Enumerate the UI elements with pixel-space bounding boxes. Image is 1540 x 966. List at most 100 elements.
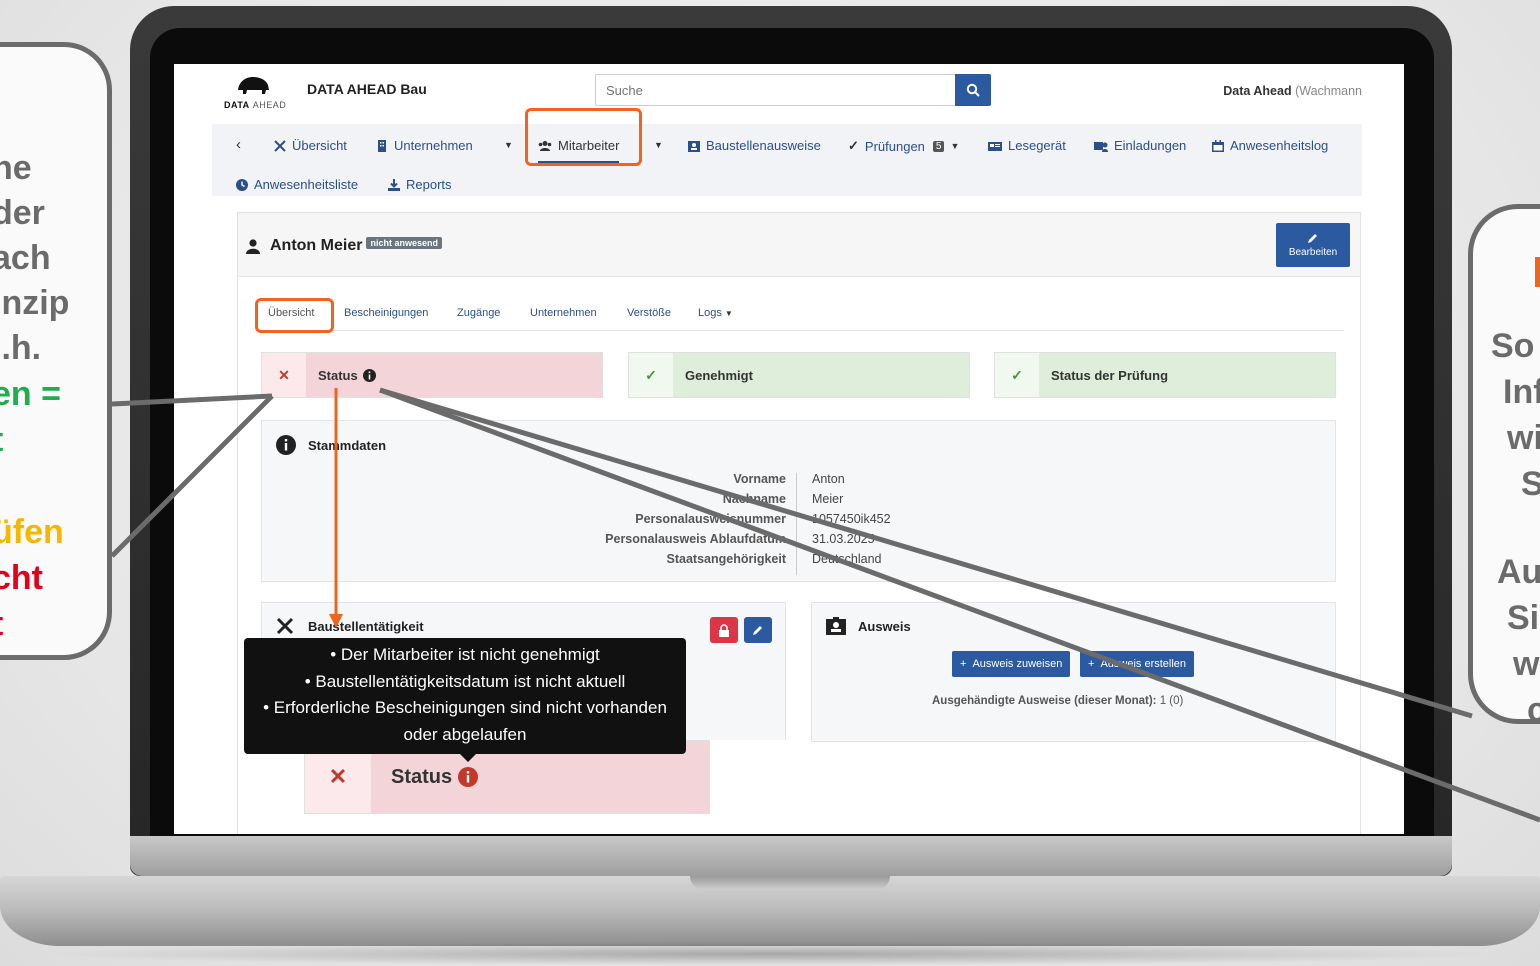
create-badge-label: Ausweis erstellen bbox=[1100, 658, 1187, 670]
employee-title: Anton Meier nicht anwesend bbox=[246, 237, 442, 255]
main-navigation: ‹ Übersicht Unternehmen ▼ Mitarbeiter ▼ … bbox=[212, 124, 1362, 196]
value-last-name: Meier bbox=[812, 492, 844, 506]
left-callout-line: der bbox=[0, 194, 45, 232]
tab-certificates[interactable]: Bescheinigungen bbox=[344, 307, 428, 319]
handed-out-label: Ausgehändigte Ausweise (dieser Monat): bbox=[932, 695, 1157, 707]
company-name: DATA AHEAD Bau bbox=[307, 81, 427, 97]
tooltip-line: oder abgelaufen bbox=[403, 724, 527, 744]
tools-icon bbox=[276, 617, 294, 635]
id-badge-icon bbox=[688, 140, 700, 152]
nav-back-button[interactable]: ‹ bbox=[236, 136, 241, 153]
panel-title-text: Ausweis bbox=[858, 618, 911, 634]
tooltip-line: • Baustellentätigkeitsdatum ist nicht ak… bbox=[304, 671, 626, 691]
nav-item-checks[interactable]: ✓ Prüfungen 5 ▼ bbox=[848, 138, 959, 154]
tab-logs[interactable]: Logs ▼ bbox=[698, 307, 733, 319]
status-card-approved: ✓ Genehmigt bbox=[628, 352, 970, 398]
handed-out-value: 1 (0) bbox=[1159, 695, 1184, 707]
lock-button[interactable] bbox=[710, 617, 738, 643]
chevron-down-icon[interactable]: ▼ bbox=[654, 140, 663, 150]
right-callout-line: c bbox=[1527, 691, 1540, 729]
right-callout-line: Inf bbox=[1503, 373, 1540, 411]
right-callout-line: So bbox=[1491, 327, 1535, 365]
nav-item-label: Lesegerät bbox=[1008, 138, 1066, 153]
nav-item-invitations[interactable]: Einladungen bbox=[1094, 138, 1186, 153]
laptop-shadow bbox=[40, 942, 1500, 966]
pencil-icon bbox=[1308, 234, 1317, 243]
right-callout-line: wi bbox=[1507, 419, 1540, 457]
nav-item-site-badges[interactable]: Baustellenausweise bbox=[688, 138, 821, 153]
label-id-number: Personalausweisnummer bbox=[635, 512, 786, 526]
nav-item-label: Anwesenheitsliste bbox=[254, 177, 359, 192]
edit-button[interactable]: Bearbeiten bbox=[1276, 223, 1350, 267]
info-icon[interactable] bbox=[458, 767, 479, 787]
chevron-down-icon[interactable]: ▼ bbox=[504, 140, 513, 150]
info-circle-icon bbox=[276, 435, 296, 455]
user-menu[interactable]: Data Ahead (Wachmann bbox=[1223, 84, 1362, 98]
tab-violations[interactable]: Verstöße bbox=[627, 307, 671, 319]
nav-item-reports[interactable]: Reports bbox=[388, 177, 452, 192]
value-id-expiry: 31.03.2025 bbox=[812, 532, 875, 546]
search-input[interactable] bbox=[596, 75, 946, 105]
chevron-down-icon: ▼ bbox=[724, 309, 733, 318]
nav-item-label: Unternehmen bbox=[394, 138, 473, 153]
create-badge-button[interactable]: + Ausweis erstellen bbox=[1080, 651, 1195, 677]
label-id-expiry: Personalausweis Ablaufdatum bbox=[605, 532, 786, 546]
assign-badge-label: Ausweis zuweisen bbox=[972, 658, 1063, 670]
employee-header: Anton Meier nicht anwesend Bearbeiten bbox=[238, 213, 1360, 277]
nav-item-employees[interactable]: Mitarbeiter bbox=[538, 138, 620, 163]
badge-panel: Ausweis + Ausweis zuweisen + Ausweis erste… bbox=[811, 602, 1336, 742]
value-nationality: Deutschland bbox=[812, 552, 882, 566]
app-screen: DATA AHEAD DATA AHEAD Bau Data Ahead (Wa… bbox=[174, 64, 1404, 834]
plus-icon: + bbox=[1088, 658, 1095, 670]
label-last-name: Nachname bbox=[722, 492, 786, 506]
left-callout-bubble: ne der ach inzip l.h. en = t üfen cht t bbox=[0, 42, 112, 660]
id-badge-icon bbox=[826, 617, 846, 635]
building-icon bbox=[378, 139, 386, 152]
left-callout-line: t bbox=[0, 605, 3, 644]
tab-access[interactable]: Zugänge bbox=[457, 307, 500, 319]
master-data-values: Anton Meier 1057450ik452 31.03.2025 Deut… bbox=[812, 469, 891, 569]
chevron-down-icon: ▼ bbox=[950, 141, 960, 151]
logo-text: DATA AHEAD bbox=[224, 100, 287, 110]
site-activity-title: Baustellentätigkeit bbox=[276, 617, 424, 635]
check-icon: ✓ bbox=[848, 138, 859, 153]
user-role: (Wachmann bbox=[1295, 84, 1362, 98]
status-card-overall[interactable]: ✕ Status bbox=[261, 352, 603, 398]
nav-item-reader[interactable]: Lesegerät bbox=[988, 138, 1066, 153]
top-bar: DATA AHEAD DATA AHEAD Bau Data Ahead (Wa… bbox=[174, 64, 1404, 124]
nav-item-label: Einladungen bbox=[1114, 138, 1187, 153]
presence-badge: nicht anwesend bbox=[366, 237, 442, 249]
tooltip-arrow bbox=[460, 754, 476, 762]
logo[interactable]: DATA AHEAD bbox=[222, 72, 288, 112]
search-box bbox=[595, 74, 991, 106]
left-callout-line: cht bbox=[0, 559, 43, 597]
lock-icon bbox=[719, 623, 729, 637]
calendar-icon bbox=[1212, 139, 1224, 152]
left-callout-line: en = bbox=[0, 375, 61, 413]
employee-name: Anton Meier bbox=[270, 237, 363, 254]
tab-overview[interactable]: Übersicht bbox=[268, 307, 314, 319]
cross-icon: ✕ bbox=[262, 353, 306, 397]
tools-icon bbox=[274, 139, 286, 152]
nav-item-overview[interactable]: Übersicht bbox=[274, 138, 347, 153]
kv-divider bbox=[796, 473, 797, 575]
handed-out-count: Ausgehändigte Ausweise (dieser Monat): 1… bbox=[932, 695, 1183, 707]
plus-icon: + bbox=[960, 658, 967, 670]
bison-icon bbox=[238, 77, 269, 94]
left-callout-line: ne bbox=[0, 149, 32, 187]
label-first-name: Vorname bbox=[733, 472, 786, 486]
check-icon: ✓ bbox=[995, 353, 1039, 397]
info-icon[interactable] bbox=[362, 368, 376, 382]
search-button[interactable] bbox=[955, 74, 991, 106]
pencil-icon bbox=[753, 626, 762, 635]
assign-badge-button[interactable]: + Ausweis zuweisen bbox=[952, 651, 1071, 677]
clock-icon bbox=[236, 178, 248, 191]
nav-item-attendance-list[interactable]: Anwesenheitsliste bbox=[236, 177, 358, 192]
nav-item-label: Anwesenheitslog bbox=[1230, 138, 1329, 153]
checks-count-badge: 5 bbox=[932, 140, 945, 152]
edit-activity-button[interactable] bbox=[744, 617, 772, 643]
nav-item-attendance-log[interactable]: Anwesenheitslog bbox=[1212, 138, 1328, 153]
nav-item-label: Mitarbeiter bbox=[558, 138, 620, 153]
nav-item-companies[interactable]: Unternehmen bbox=[376, 138, 473, 153]
tab-companies[interactable]: Unternehmen bbox=[530, 307, 597, 319]
